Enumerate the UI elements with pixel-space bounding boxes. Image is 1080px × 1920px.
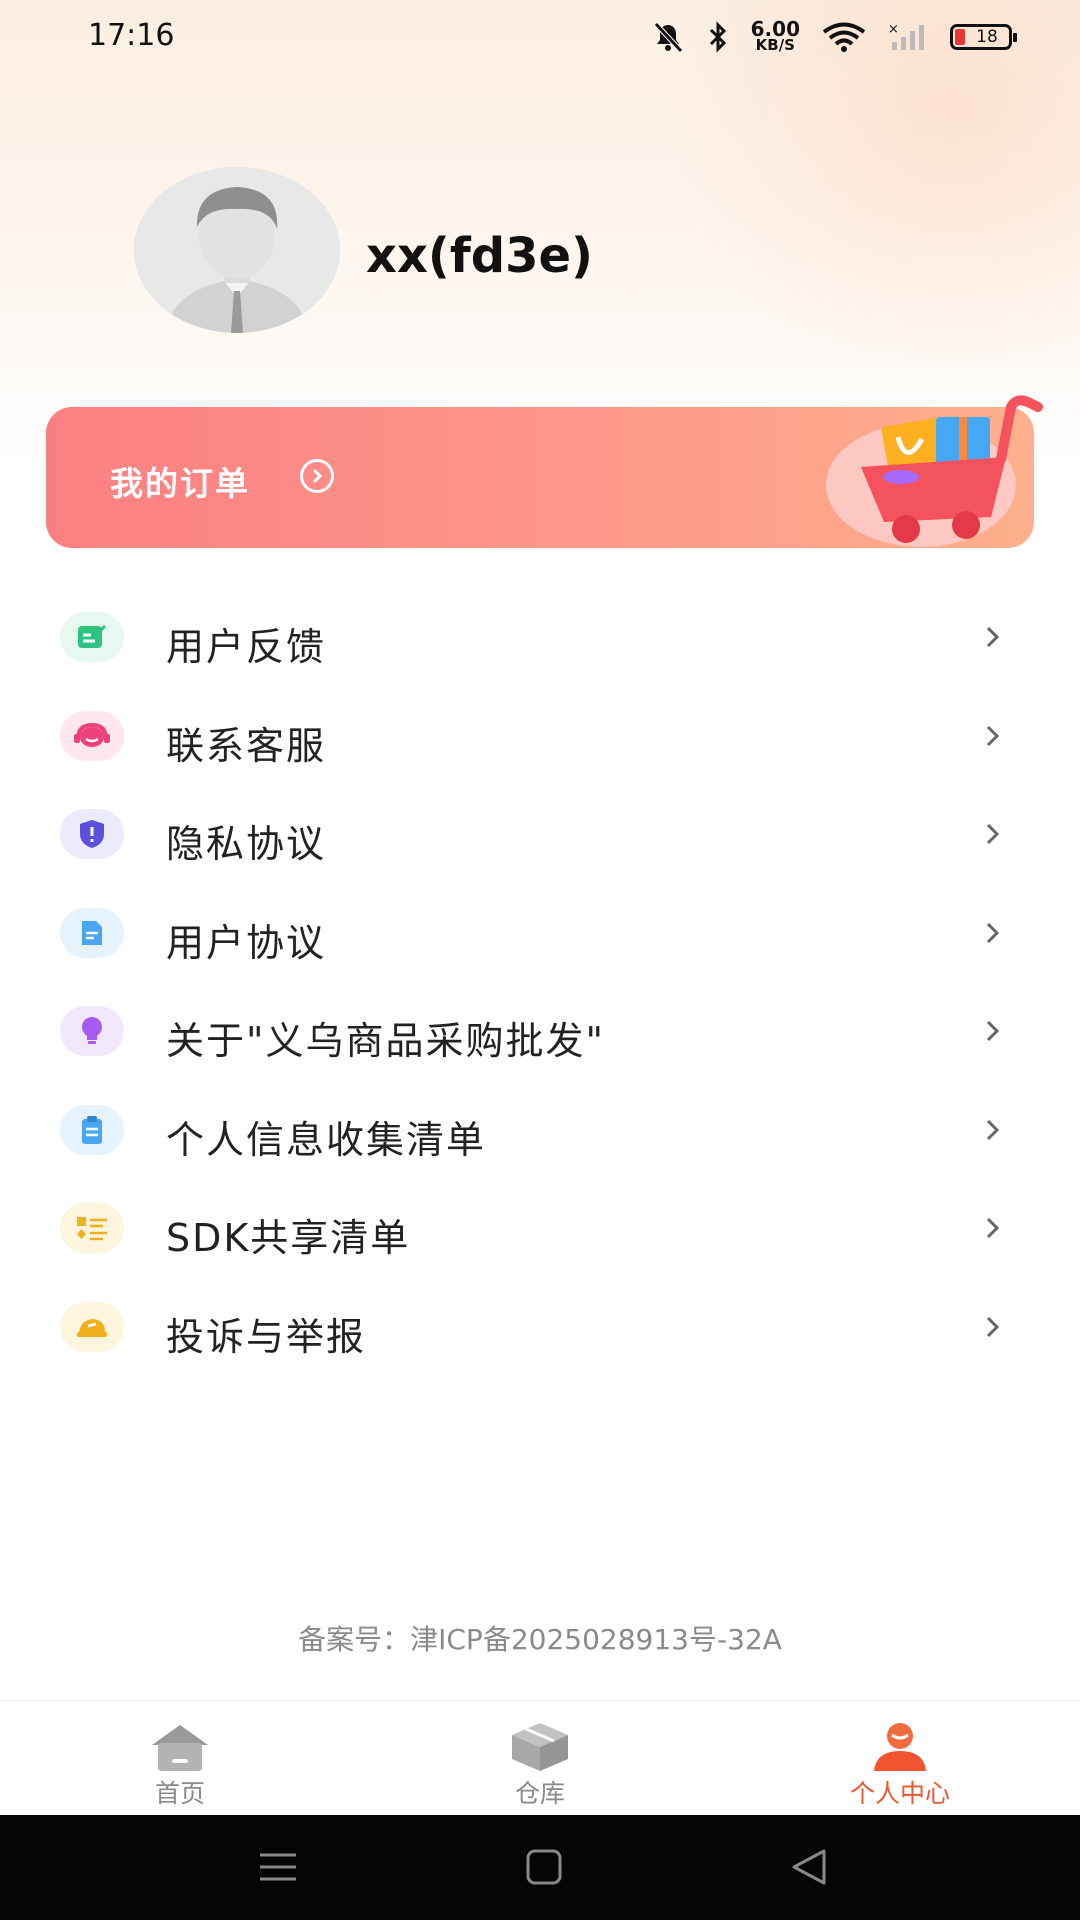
menu-item-label: 个人信息收集清单 [166,1117,487,1162]
status-icons: 6.00 KB/S × 18 [651,19,1017,54]
document-icon [60,907,124,958]
my-orders-label: 我的订单 [110,464,250,503]
avatar[interactable] [134,167,340,333]
report-icon [60,1301,124,1352]
menu-item-user-agreement[interactable]: 用户协议 [0,884,1080,983]
mute-bell-icon [653,21,683,53]
tab-label: 仓库 [514,1779,565,1808]
menu-item-feedback[interactable]: 用户反馈 [0,588,1080,687]
menu-item-sdk-sharing-list[interactable]: SDK共享清单 [0,1179,1080,1278]
chevron-right-icon [986,1020,1000,1042]
menu-item-personal-info-list[interactable]: 个人信息收集清单 [0,1081,1080,1180]
profile-screen: 17:16 6.00 KB/S × 18 xx(fd3e) 我的订单 用户反馈 … [0,0,1080,1920]
back-icon[interactable] [786,1845,834,1889]
menu-item-label: 隐私协议 [166,822,327,866]
chevron-right-icon [986,1217,1000,1239]
menu-item-complaint-report[interactable]: 投诉与举报 [0,1278,1080,1377]
bluetooth-icon [709,20,726,53]
chevron-right-icon [986,1316,1000,1337]
menu-item-label: 联系客服 [166,723,327,768]
menu-item-label: 用户反馈 [166,625,327,669]
settings-menu: 用户反馈 联系客服 隐私协议 用户协议 关于"义乌商品采购批发" 个人信息收集清… [0,588,1080,1376]
menu-item-customer-service[interactable]: 联系客服 [0,687,1080,786]
chevron-right-icon [986,725,1000,746]
tab-label: 首页 [154,1779,205,1808]
tab-profile[interactable]: 个人中心 [720,1701,1080,1816]
status-bar: 17:16 6.00 KB/S × 18 [0,0,1080,76]
bottom-tab-bar: 首页 仓库 个人中心 [0,1700,1080,1816]
status-time: 17:16 [88,18,175,53]
chevron-right-icon [986,1119,1000,1140]
system-navigation-bar [0,1815,1080,1920]
menu-item-about[interactable]: 关于"义乌商品采购批发" [0,982,1080,1081]
home-icon [152,1725,208,1771]
person-icon [874,1723,926,1771]
feedback-icon [60,612,124,662]
chevron-right-icon [986,922,1000,943]
shopping-cart-illustration-icon [826,395,1043,547]
headset-icon [60,710,124,761]
menu-item-label: 用户协议 [166,920,327,965]
clipboard-icon [60,1104,124,1155]
chevron-right-icon [986,626,1000,648]
circle-arrow-right-icon [300,459,334,493]
svg-text:×: × [888,22,899,37]
wifi-icon [822,22,866,52]
menu-item-label: 投诉与举报 [166,1314,367,1359]
icp-filing-number[interactable]: 备案号：津ICP备2025028913号-32A [0,1618,1080,1658]
menu-icon[interactable] [254,1845,302,1889]
tab-home[interactable]: 首页 [0,1701,360,1816]
shield-icon [60,809,124,859]
tab-warehouse[interactable]: 仓库 [360,1701,720,1816]
home-button-icon[interactable] [520,1845,568,1889]
net-speed-unit: KB/S [755,36,795,54]
list-icon [60,1203,124,1253]
my-orders-banner[interactable]: 我的订单 [46,395,1043,548]
net-speed: 6.00 KB/S [751,19,800,54]
lightbulb-icon [60,1006,124,1056]
avatar-person-icon [134,167,340,333]
menu-item-label: SDK共享清单 [166,1216,411,1260]
battery-level: 18 [976,26,998,47]
tab-label: 个人中心 [849,1779,950,1808]
box-icon [512,1723,568,1771]
chevron-right-icon [986,823,1000,845]
username: xx(fd3e) [366,228,593,284]
menu-item-label: 关于"义乌商品采购批发" [166,1019,605,1063]
battery-indicator: 18 [950,23,1017,50]
menu-item-privacy-policy[interactable]: 隐私协议 [0,785,1080,884]
signal-icon: × [888,22,924,50]
